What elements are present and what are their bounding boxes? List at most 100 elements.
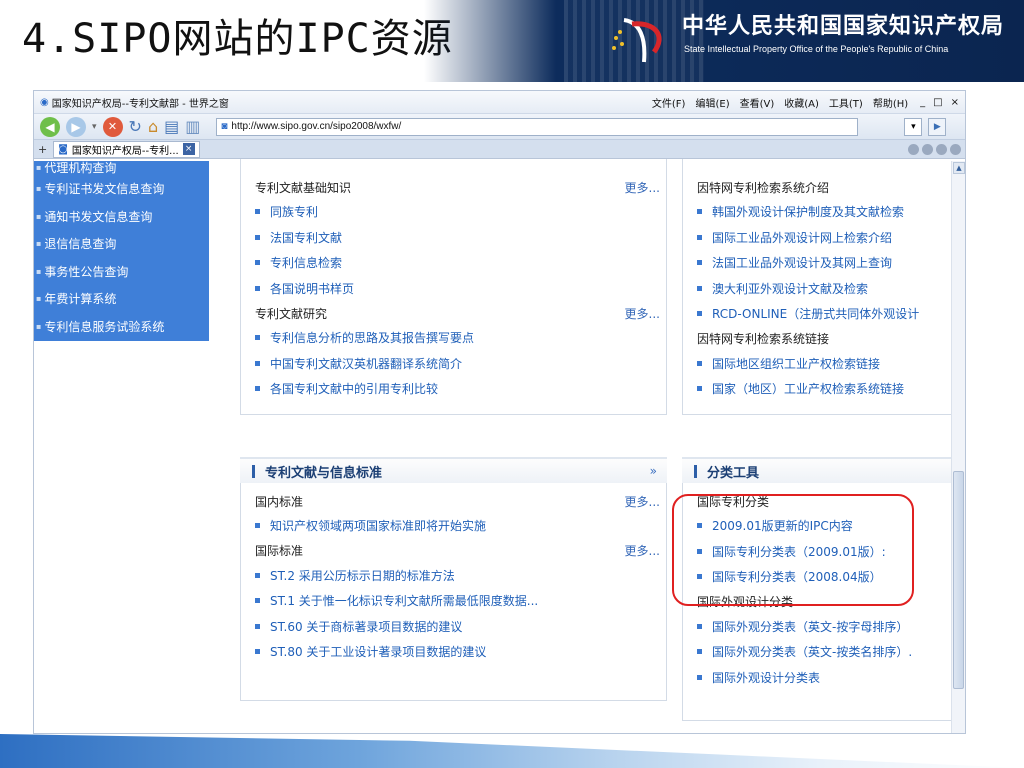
bullet-icon: ▪ bbox=[36, 163, 42, 172]
bullet-icon bbox=[255, 598, 260, 604]
link-item[interactable]: 各国说明书样页 bbox=[241, 276, 666, 302]
sidebar-item-certificate-query[interactable]: ▪ 专利证书发文信息查询 bbox=[34, 175, 209, 203]
section-title: 国际外观设计分类 bbox=[697, 595, 794, 609]
link-ipc-2009-update[interactable]: 2009.01版更新的IPC内容 bbox=[683, 513, 952, 539]
sidebar-item-info-service[interactable]: ▪ 专利信息服务试验系统 bbox=[34, 313, 209, 341]
tab-close-all-icon[interactable] bbox=[950, 143, 961, 155]
more-link[interactable]: 更多... bbox=[625, 493, 660, 510]
link-item[interactable]: 各国专利文献中的引用专利比较 bbox=[241, 376, 666, 402]
page-content: ▪ 代理机构查询 ▪ 专利证书发文信息查询 ▪ 通知书发文信息查询 ▪ 退信信息查询 ▪… bbox=[34, 159, 965, 733]
menu-tools[interactable]: 工具(T) bbox=[829, 95, 863, 110]
link-item[interactable]: 国家（地区）工业产权检索系统链接 bbox=[683, 376, 952, 402]
scroll-thumb[interactable] bbox=[953, 471, 964, 689]
section-marker bbox=[252, 464, 255, 478]
menu-help[interactable]: 帮助(H) bbox=[873, 95, 908, 110]
sidebar-item-notice-query[interactable]: ▪ 通知书发文信息查询 bbox=[34, 203, 209, 231]
link-item[interactable]: 专利信息检索 bbox=[241, 250, 666, 276]
sidebar-item-returned-mail[interactable]: ▪ 退信信息查询 bbox=[34, 230, 209, 258]
menu-file[interactable]: 文件(F) bbox=[652, 95, 686, 110]
link-item[interactable]: 澳大利亚外观设计文献及检索 bbox=[683, 276, 952, 302]
section-title: 专利文献研究 bbox=[255, 306, 328, 321]
bullet-icon bbox=[697, 386, 702, 392]
sidebar-item-annual-fee[interactable]: ▪ 年费计算系统 bbox=[34, 285, 209, 313]
link-item[interactable]: 专利信息分析的思路及其报告撰写要点 bbox=[241, 325, 666, 351]
dropdown-arrow-icon[interactable]: ▾ bbox=[92, 122, 97, 132]
link-item[interactable]: RCD-ONLINE（注册式共同体外观设计 bbox=[683, 301, 952, 327]
scroll-up-icon[interactable]: ▲ bbox=[953, 162, 965, 174]
link-item[interactable]: 中国专利文献汉英机器翻译系统简介 bbox=[241, 351, 666, 377]
link-item[interactable]: 国际外观分类表（英文-按类名排序）. bbox=[683, 639, 952, 665]
menu-view[interactable]: 查看(V) bbox=[740, 95, 775, 110]
bullet-icon bbox=[255, 360, 260, 366]
back-button[interactable]: ◀ bbox=[40, 116, 60, 137]
address-dropdown[interactable]: ▾ bbox=[904, 117, 923, 136]
section-title: 专利文献基础知识 bbox=[255, 180, 352, 195]
bullet-icon bbox=[697, 674, 702, 680]
internet-search-panel: 因特网专利检索系统介绍 韩国外观设计保护制度及其文献检索 国际工业品外观设计网上… bbox=[682, 159, 952, 415]
maximize-button[interactable]: □ bbox=[933, 97, 942, 108]
more-link[interactable]: 更多... bbox=[625, 179, 660, 196]
tab-menu-icon[interactable] bbox=[908, 143, 919, 155]
link-item[interactable]: ST.60 关于商标著录项目数据的建议 bbox=[241, 614, 666, 640]
section-title: 国际专利分类 bbox=[697, 494, 770, 509]
tab-next-icon[interactable] bbox=[936, 143, 947, 155]
classification-section-bar: 分类工具 bbox=[682, 457, 952, 483]
more-link[interactable]: 更多... bbox=[625, 542, 660, 559]
expand-chevron-icon[interactable]: » bbox=[650, 464, 657, 478]
more-link[interactable]: 更多... bbox=[625, 305, 660, 322]
menu-favorites[interactable]: 收藏(A) bbox=[784, 95, 819, 110]
link-ipc-2009-table[interactable]: 国际专利分类表（2009.01版）: bbox=[683, 539, 952, 565]
bullet-icon bbox=[255, 649, 260, 655]
sidebar-item-announcement[interactable]: ▪ 事务性公告查询 bbox=[34, 258, 209, 286]
link-item[interactable]: 国际工业品外观设计网上检索介绍 bbox=[683, 225, 952, 251]
stop-button[interactable]: ✕ bbox=[102, 116, 123, 137]
history-icon[interactable]: ▤ bbox=[164, 117, 179, 136]
tab-controls bbox=[908, 143, 961, 155]
link-item[interactable]: 国际外观设计分类表 bbox=[683, 665, 952, 691]
address-bar[interactable]: ◙ http://www.sipo.gov.cn/sipo2008/wxfw/ bbox=[216, 117, 859, 136]
tab-close-button[interactable]: × bbox=[182, 143, 195, 155]
section-header: 专利文献研究 更多... bbox=[241, 301, 666, 325]
go-button[interactable]: ▶ bbox=[928, 117, 947, 136]
link-item[interactable]: 知识产权领域两项国家标准即将开始实施 bbox=[241, 513, 666, 539]
link-item[interactable]: 同族专利 bbox=[241, 199, 666, 225]
browser-icon: ◉ bbox=[40, 96, 49, 108]
bullet-icon bbox=[255, 285, 260, 291]
vertical-scrollbar[interactable]: ▲ bbox=[951, 161, 965, 733]
section-header: 因特网专利检索系统链接 bbox=[683, 327, 952, 351]
page-icon: ◙ bbox=[221, 121, 228, 132]
link-item[interactable]: ST.1 关于惟一化标识专利文献所需最低限度数据... bbox=[241, 588, 666, 614]
minimize-button[interactable]: _ bbox=[920, 97, 925, 108]
link-ipc-2008-table[interactable]: 国际专利分类表（2008.04版） bbox=[683, 564, 952, 590]
link-item[interactable]: ST.2 采用公历标示日期的标准方法 bbox=[241, 563, 666, 589]
bullet-icon bbox=[255, 335, 260, 341]
standards-section-bar: 专利文献与信息标准 » bbox=[240, 457, 667, 483]
bullet-icon: ▪ bbox=[36, 211, 42, 221]
bookmarks-icon[interactable]: ▥ bbox=[185, 117, 200, 136]
refresh-icon[interactable]: ↻ bbox=[129, 117, 142, 136]
tab-sipo[interactable]: ◙ 国家知识产权局--专利... × bbox=[53, 140, 200, 158]
link-item[interactable]: 国际地区组织工业产权检索链接 bbox=[683, 351, 952, 377]
forward-button[interactable]: ▶ bbox=[66, 116, 86, 137]
link-item[interactable]: 法国工业品外观设计及其网上查询 bbox=[683, 250, 952, 276]
window-titlebar: ◉ 国家知识产权局--专利文献部 - 世界之窗 文件(F) 编辑(E) 查看(V… bbox=[34, 91, 965, 113]
bullet-icon bbox=[255, 523, 260, 529]
link-item[interactable]: 国际外观分类表（英文-按字母排序） bbox=[683, 614, 952, 640]
link-item[interactable]: ST.80 关于工业设计著录项目数据的建议 bbox=[241, 639, 666, 665]
standards-panel: 国内标准 更多... 知识产权领域两项国家标准即将开始实施 国际标准 更多...… bbox=[240, 483, 667, 701]
link-item[interactable]: 韩国外观设计保护制度及其文献检索 bbox=[683, 199, 952, 225]
bullet-icon bbox=[697, 548, 702, 554]
menu-edit[interactable]: 编辑(E) bbox=[695, 95, 729, 110]
close-window-button[interactable]: × bbox=[951, 97, 959, 108]
home-icon[interactable]: ⌂ bbox=[148, 117, 158, 136]
sidebar-item-agency-query[interactable]: ▪ 代理机构查询 bbox=[34, 161, 209, 175]
new-tab-button[interactable]: + bbox=[38, 143, 47, 156]
org-name-cn: 中华人民共和国国家知识产权局 bbox=[682, 14, 1005, 39]
sipo-banner bbox=[424, 0, 1024, 82]
section-header-title: 专利文献与信息标准 bbox=[265, 465, 383, 481]
tab-prev-icon[interactable] bbox=[922, 143, 933, 155]
section-header: 因特网专利检索系统介绍 bbox=[683, 175, 952, 199]
link-item[interactable]: 法国专利文献 bbox=[241, 225, 666, 251]
section-header: 国内标准 更多... bbox=[241, 489, 666, 513]
address-url: http://www.sipo.gov.cn/sipo2008/wxfw/ bbox=[231, 121, 402, 132]
